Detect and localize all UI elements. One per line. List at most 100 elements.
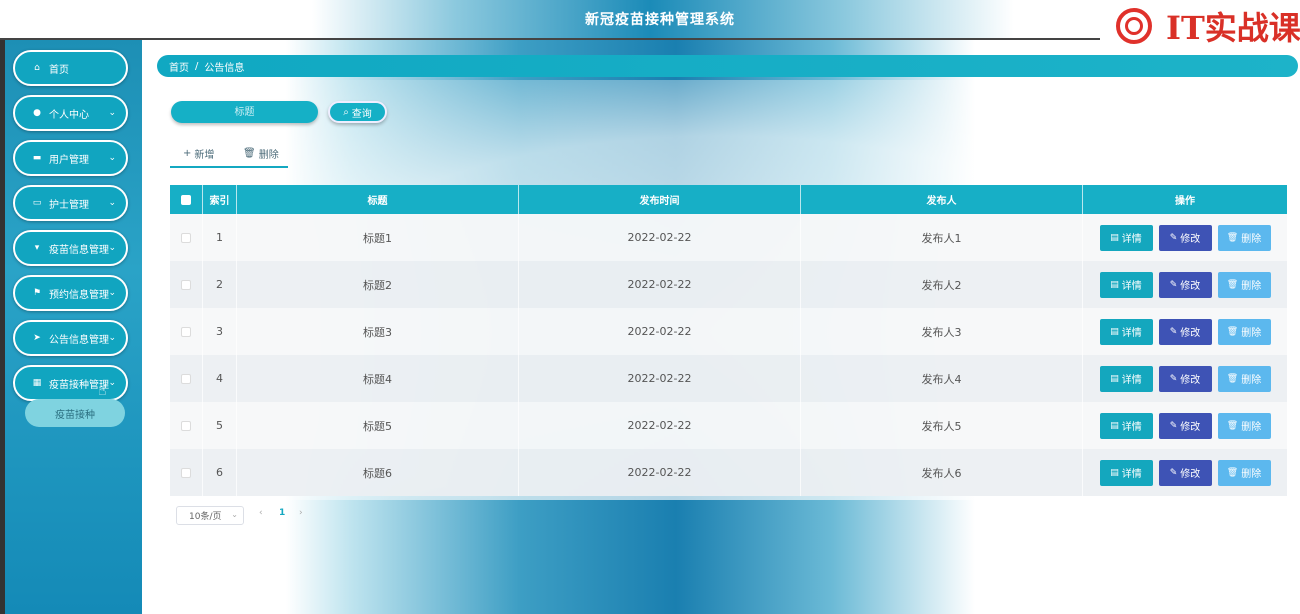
cell-actions: ▤ 详情 ✎ 修改 🗑 删除 [1083, 214, 1287, 261]
delete-button[interactable]: 🗑 删除 [1217, 412, 1271, 439]
pencil-icon: ✎ [1169, 232, 1178, 243]
document-icon: ▤ [1110, 467, 1119, 478]
cell-actions: ▤ 详情 ✎ 修改 🗑 删除 [1083, 261, 1287, 308]
detail-button-label: 详情 [1121, 422, 1142, 433]
trash-icon: 🗑 [1226, 467, 1239, 478]
delete-button-label: 删除 [258, 150, 279, 161]
sidebar-item-notice-info[interactable]: ➤ 公告信息管理 ⌄ [13, 320, 128, 356]
cell-title: 标题4 [237, 355, 519, 402]
delete-button[interactable]: 🗑 删除 [1217, 459, 1271, 486]
notice-table: 索引 标题 发布时间 发布人 操作 1 标题1 2022-02-22 发布人1 … [170, 185, 1287, 496]
cell-publisher: 发布人4 [801, 355, 1083, 402]
flag-icon: ⚑ [32, 288, 42, 298]
edit-button[interactable]: ✎ 修改 [1158, 459, 1212, 486]
cell-title: 标题2 [237, 261, 519, 308]
row-checkbox[interactable] [181, 279, 191, 290]
pencil-icon: ✎ [1169, 373, 1178, 384]
row-checkbox[interactable] [181, 467, 191, 478]
prev-page-button[interactable]: ‹ [259, 508, 263, 518]
trash-icon: 🗑 [243, 148, 256, 159]
detail-button[interactable]: ▤ 详情 [1099, 271, 1153, 298]
row-checkbox[interactable] [181, 232, 191, 243]
sidebar-item-vaccine-info[interactable]: ▾ 疫苗信息管理 ⌄ [13, 230, 128, 266]
document-icon: ▤ [1110, 420, 1119, 431]
select-all-checkbox[interactable] [181, 194, 191, 205]
breadcrumb-home[interactable]: 首页 [169, 59, 189, 74]
system-title: 新冠疫苗接种管理系统 [585, 12, 735, 28]
delete-button[interactable]: 🗑 删除 [1217, 271, 1271, 298]
add-button-label: 新增 [194, 150, 215, 161]
add-button[interactable]: + 新增 [183, 146, 214, 161]
batch-delete-button[interactable]: 🗑 删除 [243, 146, 279, 161]
pencil-icon: ✎ [1169, 420, 1178, 431]
send-icon: ➤ [33, 333, 41, 343]
row-checkbox-cell [170, 355, 203, 402]
row-checkbox[interactable] [181, 373, 191, 384]
cell-index: 1 [203, 214, 237, 261]
chevron-down-icon: ⌄ [108, 333, 116, 343]
edit-button-label: 修改 [1180, 234, 1201, 245]
title-search-input[interactable] [171, 101, 318, 123]
edit-button[interactable]: ✎ 修改 [1158, 318, 1212, 345]
row-checkbox[interactable] [181, 420, 191, 431]
edit-button[interactable]: ✎ 修改 [1158, 224, 1212, 251]
sidebar-item-user-management[interactable]: ▬ 用户管理 ⌄ [13, 140, 128, 176]
next-page-button[interactable]: › [299, 508, 303, 518]
detail-button-label: 详情 [1121, 234, 1142, 245]
sidebar-item-nurse-management[interactable]: ▭ 护士管理 ⌄ [13, 185, 128, 221]
hand-cursor-icon: ☝ [98, 383, 107, 399]
detail-button[interactable]: ▤ 详情 [1099, 412, 1153, 439]
plus-icon: + [183, 148, 192, 159]
detail-button[interactable]: ▤ 详情 [1099, 318, 1153, 345]
cell-time: 2022-02-22 [519, 449, 801, 496]
delete-button-label: 删除 [1241, 422, 1262, 433]
page-number-current[interactable]: 1 [279, 508, 285, 518]
chevron-down-icon: ⌄ [108, 288, 116, 298]
pencil-icon: ✎ [1169, 326, 1178, 337]
trash-icon: 🗑 [1226, 326, 1239, 337]
document-icon: ▤ [1110, 326, 1119, 337]
sidebar-item-appointment-info[interactable]: ⚑ 预约信息管理 ⌄ [13, 275, 128, 311]
detail-button[interactable]: ▤ 详情 [1099, 459, 1153, 486]
edit-button[interactable]: ✎ 修改 [1158, 412, 1212, 439]
detail-button-label: 详情 [1121, 375, 1142, 386]
sidebar-item-personal-center[interactable]: ● 个人中心 ⌄ [13, 95, 128, 131]
sidebar-item-vaccination-management[interactable]: ▦ 疫苗接种管理 ⌄ [13, 365, 128, 401]
table-body: 1 标题1 2022-02-22 发布人1 ▤ 详情 ✎ 修改 🗑 删除 2 标题2 … [170, 214, 1287, 496]
trash-icon: 🗑 [1226, 373, 1239, 384]
cell-index: 3 [203, 308, 237, 355]
monitor-icon: ▬ [32, 153, 42, 163]
row-checkbox[interactable] [181, 326, 191, 337]
table-row: 2 标题2 2022-02-22 发布人2 ▤ 详情 ✎ 修改 🗑 删除 [170, 261, 1287, 308]
cell-publisher: 发布人1 [801, 214, 1083, 261]
edit-button[interactable]: ✎ 修改 [1158, 271, 1212, 298]
cell-index: 6 [203, 449, 237, 496]
sidebar-item-label: 首页 [49, 64, 69, 76]
chevron-down-icon: ⌄ [231, 510, 238, 519]
page-size-select[interactable]: 10条/页 ⌄ [176, 506, 244, 525]
edit-button-label: 修改 [1180, 328, 1201, 339]
row-checkbox-cell [170, 402, 203, 449]
cell-actions: ▤ 详情 ✎ 修改 🗑 删除 [1083, 402, 1287, 449]
breadcrumb: 首页 / 公告信息 [157, 55, 1298, 77]
sidebar-item-label: 公告信息管理 [49, 334, 109, 346]
submenu-item-vaccination[interactable]: 疫苗接种 [25, 399, 125, 427]
sidebar-item-home[interactable]: ⌂ 首页 [13, 50, 128, 86]
edit-button-label: 修改 [1180, 281, 1201, 292]
edit-button-label: 修改 [1180, 375, 1201, 386]
delete-button[interactable]: 🗑 删除 [1217, 318, 1271, 345]
column-header-publisher: 发布人 [801, 185, 1083, 214]
cell-time: 2022-02-22 [519, 214, 801, 261]
search-button[interactable]: ⌕ 查询 [328, 101, 387, 123]
delete-button[interactable]: 🗑 删除 [1217, 224, 1271, 251]
edit-button[interactable]: ✎ 修改 [1158, 365, 1212, 392]
header-checkbox-cell [170, 185, 203, 214]
delete-button[interactable]: 🗑 删除 [1217, 365, 1271, 392]
brand-watermark: IT实战课 [1116, 6, 1300, 47]
user-icon: ● [33, 108, 41, 118]
detail-button[interactable]: ▤ 详情 [1099, 224, 1153, 251]
table-row: 3 标题3 2022-02-22 发布人3 ▤ 详情 ✎ 修改 🗑 删除 [170, 308, 1287, 355]
grid-icon: ▦ [32, 378, 42, 388]
row-checkbox-cell [170, 449, 203, 496]
detail-button[interactable]: ▤ 详情 [1099, 365, 1153, 392]
